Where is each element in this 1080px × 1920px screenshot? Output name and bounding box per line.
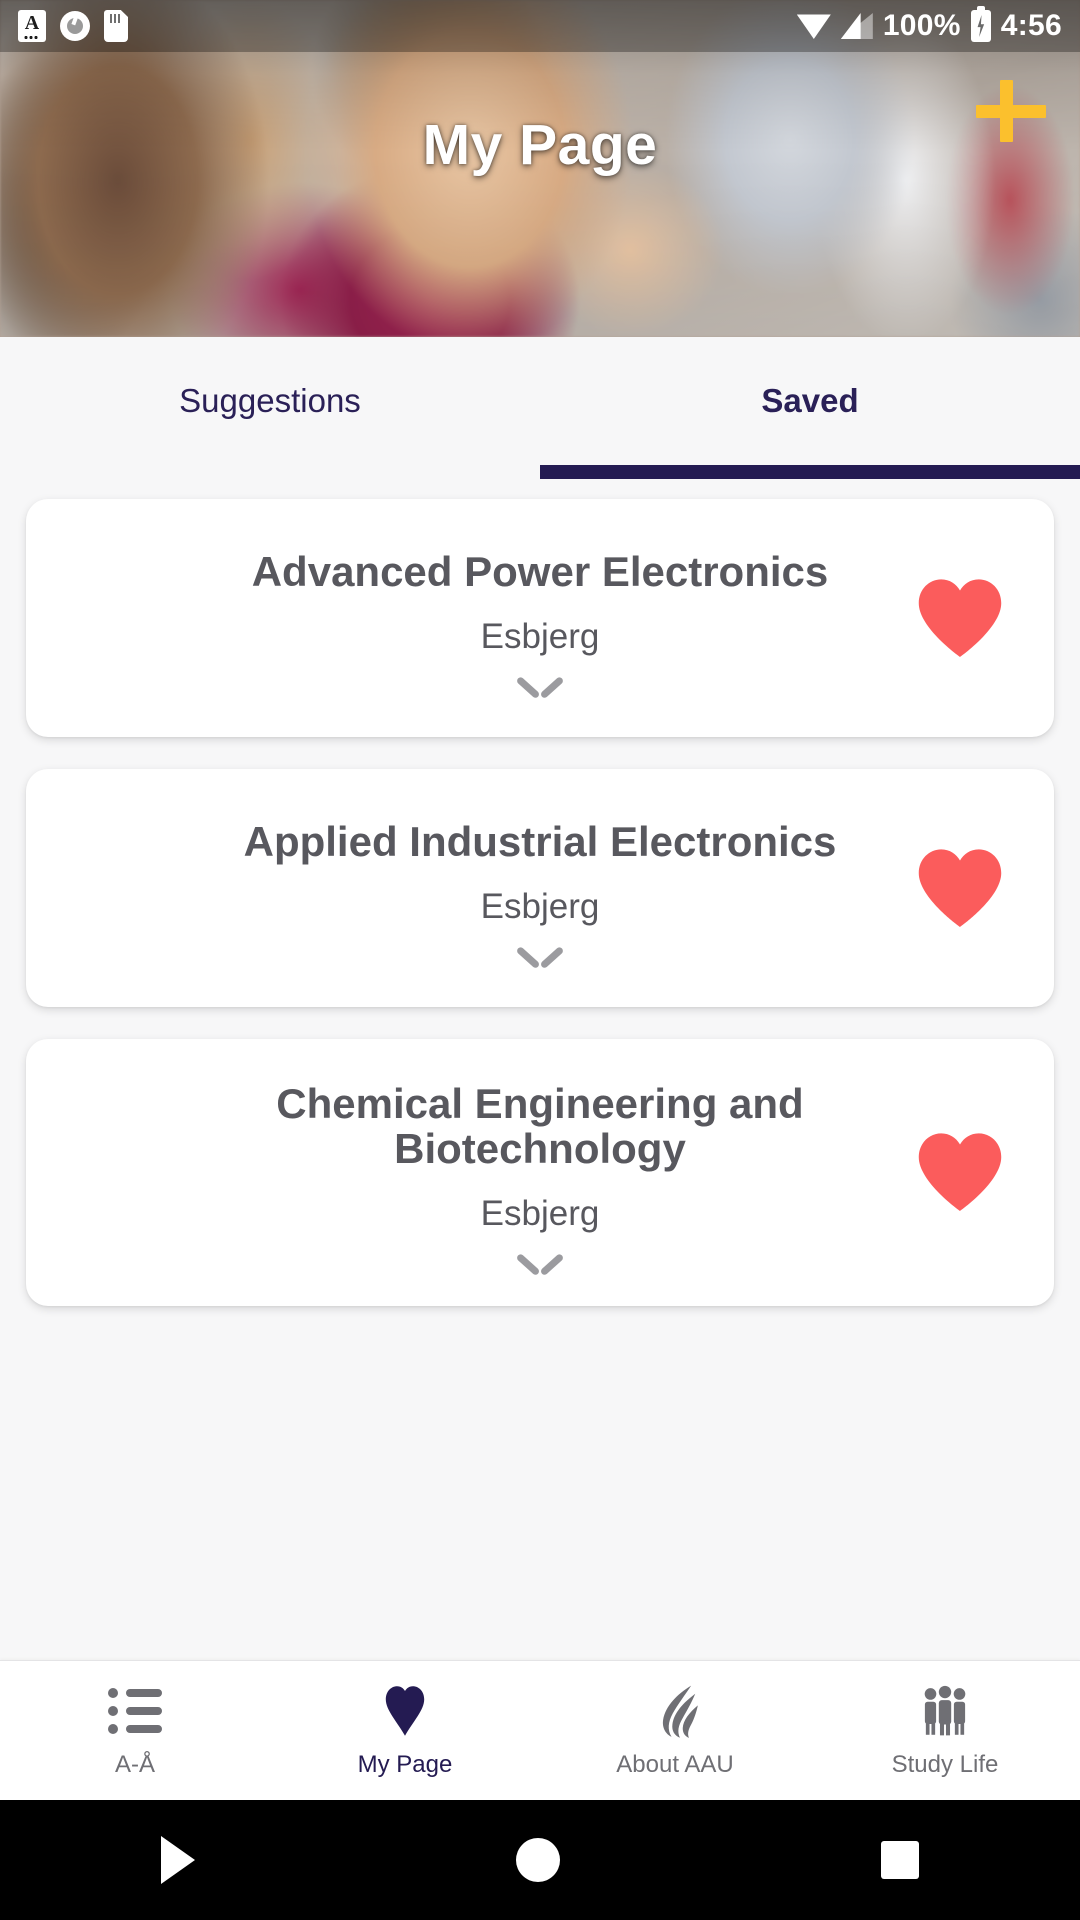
status-bar-right-icons: 100% 4:56 xyxy=(796,6,1062,43)
app-root: A 100% 4:56 My Page Suggestions Saved Ad… xyxy=(0,0,1080,1920)
chevron-down-icon[interactable] xyxy=(518,673,562,699)
app-a-icon: A xyxy=(18,10,46,42)
heart-filled-icon[interactable] xyxy=(914,1130,1006,1214)
record-circle-icon xyxy=(60,11,90,41)
nav-item-a-aa[interactable]: A-Å xyxy=(0,1661,270,1800)
sd-card-icon xyxy=(104,10,128,42)
heart-icon-shape xyxy=(385,1685,425,1736)
list-item[interactable]: Chemical Engineering and Biotechnology E… xyxy=(26,1039,1054,1306)
nav-item-study-life-label: Study Life xyxy=(891,1750,999,1778)
list-item[interactable]: Applied Industrial Electronics Esbjerg xyxy=(26,769,1054,1007)
programme-title: Advanced Power Electronics xyxy=(251,548,829,596)
heart-filled-icon[interactable] xyxy=(914,846,1006,930)
nav-item-study-life[interactable]: Study Life xyxy=(810,1661,1080,1800)
heart-icon xyxy=(380,1683,430,1739)
status-bar-left-icons: A xyxy=(18,10,128,42)
status-bar: A 100% 4:56 xyxy=(0,0,1080,52)
page-header: A 100% 4:56 My Page xyxy=(0,0,1080,337)
tab-saved[interactable]: Saved xyxy=(540,337,1080,479)
heart-filled-icon[interactable] xyxy=(914,576,1006,660)
tab-saved-label: Saved xyxy=(761,382,859,419)
bottom-navigation-bar: A-Å My Page About AAU Study Life xyxy=(0,1660,1080,1800)
wifi-icon xyxy=(796,14,831,39)
programme-title: Chemical Engineering and Biotechnology xyxy=(276,1080,804,1173)
nav-item-about-aau[interactable]: About AAU xyxy=(540,1661,810,1800)
android-system-navigation-bar xyxy=(0,1800,1080,1920)
tab-active-indicator xyxy=(540,465,1080,479)
battery-percent-label: 100% xyxy=(882,9,961,42)
saved-programmes-list: Advanced Power Electronics Esbjerg Appli… xyxy=(0,479,1080,1306)
home-circle-icon[interactable] xyxy=(515,1838,560,1882)
plus-icon[interactable] xyxy=(972,72,1050,150)
cellular-signal-icon xyxy=(840,13,873,39)
aau-flame-logo-icon xyxy=(648,1683,702,1739)
list-icon xyxy=(108,1683,162,1739)
tab-bar: Suggestions Saved xyxy=(0,337,1080,479)
heart-shape xyxy=(918,1133,1002,1212)
clock-label: 4:56 xyxy=(1000,9,1062,42)
aau-flame-shape xyxy=(662,1685,698,1738)
back-triangle-icon[interactable] xyxy=(160,1836,195,1884)
nav-item-about-aau-label: About AAU xyxy=(616,1750,734,1778)
nav-item-my-page[interactable]: My Page xyxy=(270,1661,540,1800)
heart-shape xyxy=(918,849,1002,927)
programme-campus: Esbjerg xyxy=(480,886,600,926)
people-group-shape xyxy=(924,1685,966,1735)
list-item[interactable]: Advanced Power Electronics Esbjerg xyxy=(26,499,1054,737)
chevron-down-icon[interactable] xyxy=(518,943,562,969)
chevron-down-icon[interactable] xyxy=(518,1250,562,1276)
tab-suggestions-label: Suggestions xyxy=(179,382,361,419)
page-title: My Page xyxy=(422,113,658,177)
programme-title: Applied Industrial Electronics xyxy=(243,818,837,866)
heart-shape xyxy=(918,579,1002,657)
battery-charging-icon xyxy=(970,6,991,42)
nav-item-a-aa-label: A-Å xyxy=(114,1750,155,1778)
programme-campus: Esbjerg xyxy=(480,1193,600,1233)
tab-suggestions[interactable]: Suggestions xyxy=(0,337,540,479)
people-group-icon xyxy=(916,1683,974,1739)
nav-item-my-page-label: My Page xyxy=(357,1750,453,1778)
programme-campus: Esbjerg xyxy=(480,616,600,656)
recents-square-icon[interactable] xyxy=(881,1841,920,1879)
